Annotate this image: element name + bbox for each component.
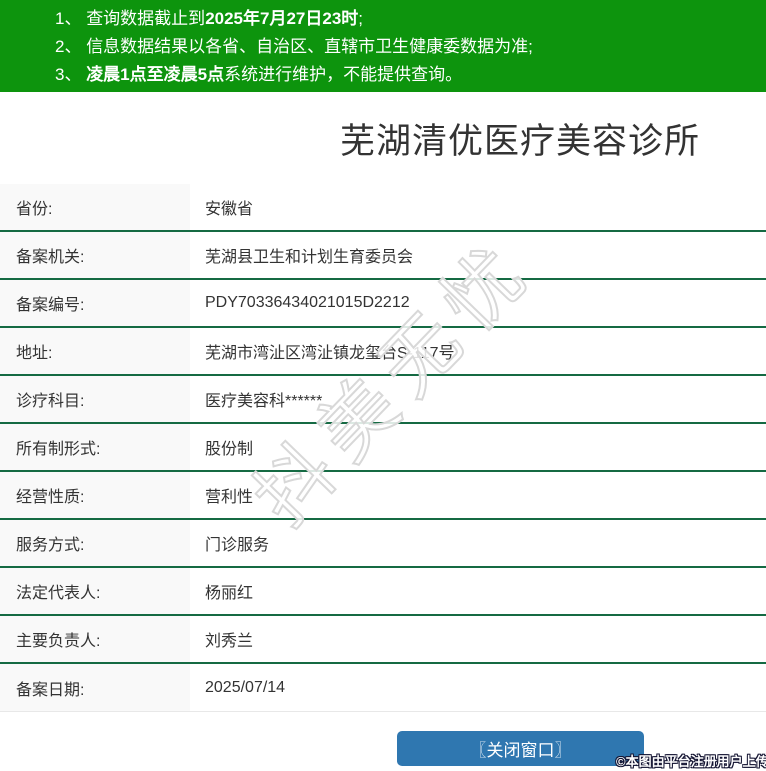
table-row: 诊疗科目: 医疗美容科******: [0, 376, 766, 424]
page-title: 芜湖清优医疗美容诊所: [340, 122, 701, 161]
field-label: 备案编号:: [0, 280, 190, 326]
field-value: 芜湖县卫生和计划生育委员会: [205, 249, 414, 266]
notice-line-1: 1、 查询数据截止到2025年7月27日23时;: [55, 5, 756, 33]
notice-1-text: 查询数据截止到: [86, 9, 206, 28]
notice-1-prefix: 1、: [55, 9, 87, 28]
field-value: 2025/07/14: [205, 678, 286, 696]
field-label: 备案日期:: [0, 664, 190, 711]
record-detail-page: 1、 查询数据截止到2025年7月27日23时; 2、 信息数据结果以各省、自治…: [0, 0, 766, 771]
notice-1-bold: 2025年7月27日23时: [205, 9, 359, 28]
field-value: 股份制: [205, 441, 254, 458]
table-row: 所有制形式: 股份制: [0, 424, 766, 472]
field-label: 法定代表人:: [0, 568, 190, 614]
table-row: 备案日期: 2025/07/14: [0, 664, 766, 712]
notice-1-tail: ;: [358, 9, 364, 28]
field-value: 杨丽红: [205, 585, 254, 602]
notice-3-bold: 凌晨1点至凌晨5点: [86, 65, 225, 84]
field-label: 诊疗科目:: [0, 376, 190, 422]
table-row: 省份: 安徽省: [0, 184, 766, 232]
table-row: 服务方式: 门诊服务: [0, 520, 766, 568]
field-label: 地址:: [0, 328, 190, 374]
notice-line-2: 2、 信息数据结果以各省、自治区、直辖市卫生健康委数据为准;: [55, 33, 756, 61]
notice-2-prefix: 2、: [55, 37, 87, 56]
field-label: 备案机关:: [0, 232, 190, 278]
record-info-table: 省份: 安徽省 备案机关: 芜湖县卫生和计划生育委员会 备案编号: PDY703…: [0, 184, 766, 712]
notice-line-3: 3、 凌晨1点至凌晨5点系统进行维护，不能提供查询。: [55, 61, 756, 89]
notice-3-prefix: 3、: [55, 65, 87, 84]
field-value: 刘秀兰: [205, 633, 254, 650]
field-label: 所有制形式:: [0, 424, 190, 470]
table-row: 备案机关: 芜湖县卫生和计划生育委员会: [0, 232, 766, 280]
field-value: 芜湖市湾沚区湾沚镇龙玺台S-117号: [205, 345, 455, 362]
close-window-button[interactable]: 〖关闭窗口〗: [397, 731, 644, 766]
notice-3-tail: 系统进行维护，不能提供查询。: [224, 65, 463, 84]
field-label: 服务方式:: [0, 520, 190, 566]
field-label: 经营性质:: [0, 472, 190, 518]
notice-2-text: 信息数据结果以各省、自治区、直辖市卫生健康委数据为准;: [86, 37, 533, 56]
table-row: 地址: 芜湖市湾沚区湾沚镇龙玺台S-117号: [0, 328, 766, 376]
field-value: 安徽省: [205, 201, 254, 218]
field-label: 省份:: [0, 184, 190, 230]
field-value: 营利性: [205, 489, 254, 506]
field-value: PDY70336434021015D2212: [205, 294, 410, 311]
table-row: 备案编号: PDY70336434021015D2212: [0, 280, 766, 328]
field-value: 医疗美容科******: [205, 393, 323, 410]
table-row: 法定代表人: 杨丽红: [0, 568, 766, 616]
upload-notice-watermark: ©本图由平台注册用户上传: [616, 754, 766, 769]
field-label: 主要负责人:: [0, 616, 190, 662]
field-value: 门诊服务: [205, 537, 270, 554]
table-row: 经营性质: 营利性: [0, 472, 766, 520]
table-row: 主要负责人: 刘秀兰: [0, 616, 766, 664]
notice-bar: 1、 查询数据截止到2025年7月27日23时; 2、 信息数据结果以各省、自治…: [0, 0, 766, 92]
